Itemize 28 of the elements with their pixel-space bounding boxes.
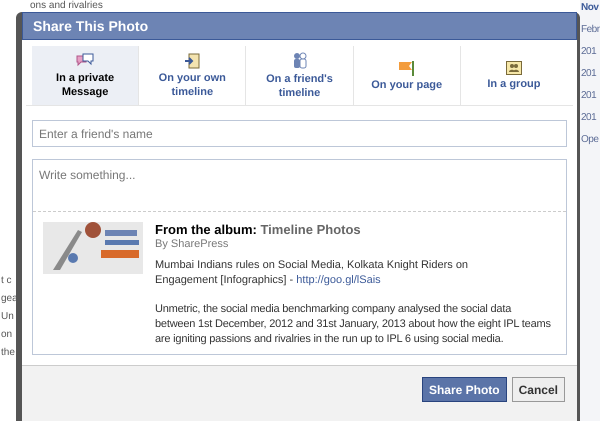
- background-text: 201: [581, 46, 598, 58]
- flag-icon: [398, 60, 416, 76]
- background-text: Nov: [581, 2, 600, 14]
- background-text: 201: [581, 112, 598, 124]
- background-text: t c: [1, 274, 13, 288]
- background-text: ons and rivalries: [30, 0, 103, 12]
- background-text: Un: [1, 310, 15, 324]
- byline: By SharePress: [155, 237, 230, 252]
- background-text: Febr: [581, 24, 600, 36]
- background-text: on: [1, 328, 14, 342]
- dialog-title: Share This Photo: [33, 16, 148, 36]
- chat-bubbles-icon: [76, 52, 94, 68]
- background-text: 201: [581, 90, 598, 102]
- message-field[interactable]: Write something...: [33, 160, 566, 212]
- message-box[interactable]: [32, 159, 567, 355]
- friend-name-field[interactable]: Enter a friend's name: [32, 120, 567, 147]
- background-text: the: [1, 346, 16, 360]
- group-icon: [506, 60, 522, 74]
- share-button[interactable]: Share Photo: [422, 377, 507, 402]
- share-tab[interactable]: In a private Message: [32, 46, 138, 105]
- post-link[interactable]: http://goo.gl/lSais: [296, 274, 381, 286]
- post-description: Unmetric, the social media benchmarking company analysed the social data between 1st December, 2012 and 31st January, 2013 about how the eight IPL teams are igniting passions and rivalries in the run up to IPL 6 using social media.: [155, 302, 552, 347]
- cancel-button[interactable]: Cancel: [512, 377, 565, 402]
- door-icon: [184, 52, 200, 68]
- background-text: 201: [581, 68, 598, 80]
- post-title: Mumbai Indians rules on Social Media, Kolkata Knight Riders on Engagement [Infographics] - http://goo.gl/lSais: [155, 258, 470, 288]
- background-text: Ope: [581, 134, 600, 146]
- album-heading: From the album: Timeline Photos: [155, 222, 362, 237]
